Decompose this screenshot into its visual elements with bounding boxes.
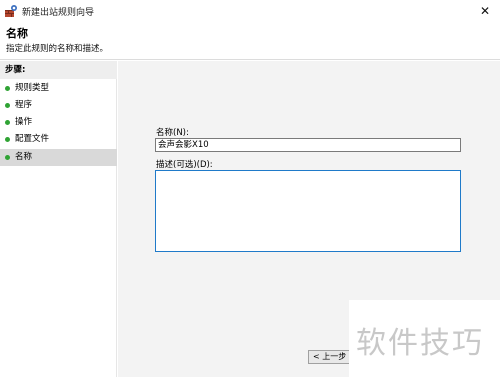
watermark-text: 软件技巧 (356, 326, 484, 361)
close-icon: ✕ (479, 4, 491, 18)
page-title: 名称 (6, 27, 28, 40)
step-profile[interactable]: 配置文件 (0, 131, 117, 148)
page-description: 指定此规则的名称和描述。 (6, 44, 109, 54)
step-dot-icon (5, 120, 10, 125)
step-label: 配置文件 (15, 134, 50, 144)
step-label: 名称 (15, 152, 33, 162)
wizard-header: 名称 指定此规则的名称和描述。 (0, 22, 500, 60)
description-label: 描述(可选)(D): (156, 160, 213, 170)
step-dot-icon (5, 86, 10, 91)
step-label: 规则类型 (15, 83, 50, 93)
title-bar: 新建出站规则向导 ✕ (0, 0, 500, 22)
firewall-app-icon (4, 4, 18, 18)
step-dot-icon (5, 155, 10, 160)
name-label: 名称(N): (156, 128, 189, 138)
name-field[interactable]: 会声会影X10 (155, 138, 461, 152)
step-label: 操作 (15, 117, 33, 127)
step-dot-icon (5, 137, 10, 142)
description-field[interactable] (155, 170, 461, 252)
window-title: 新建出站规则向导 (22, 8, 95, 18)
step-dot-icon (5, 103, 10, 108)
steps-sidebar: 步骤: 规则类型 程序 操作 配置文件 名称 (0, 61, 117, 377)
step-action[interactable]: 操作 (0, 114, 117, 131)
close-button[interactable]: ✕ (470, 0, 500, 22)
step-rule-type[interactable]: 规则类型 (0, 80, 117, 97)
steps-title: 步骤: (0, 61, 117, 79)
step-label: 程序 (15, 100, 33, 110)
step-name[interactable]: 名称 (0, 149, 117, 166)
step-program[interactable]: 程序 (0, 97, 117, 114)
